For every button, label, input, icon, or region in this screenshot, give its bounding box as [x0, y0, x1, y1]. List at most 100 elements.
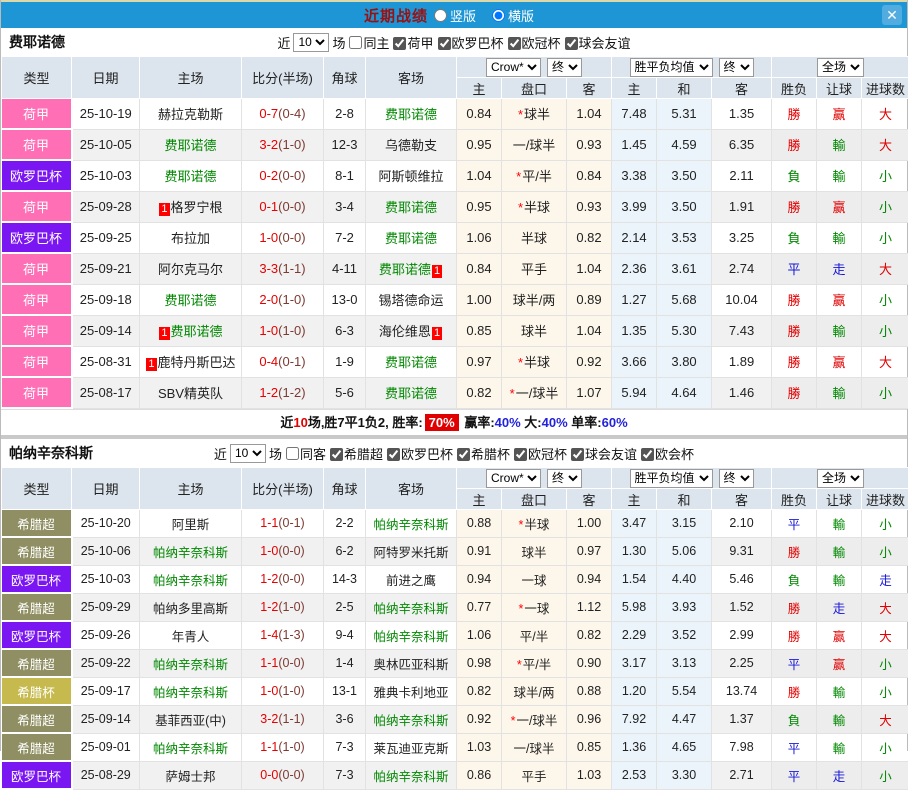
away-team[interactable]: 海伦维恩1	[366, 315, 457, 346]
league-filter-checkbox[interactable]	[387, 448, 400, 461]
fullmatch-select[interactable]: 全场	[817, 58, 864, 77]
away-team[interactable]: 帕纳辛奈科斯	[366, 621, 457, 649]
home-team[interactable]: 1鹿特丹斯巴达	[140, 346, 242, 377]
away-team[interactable]: 帕纳辛奈科斯	[366, 761, 457, 789]
league-filter-item[interactable]: 希腊超	[326, 447, 383, 462]
summary-part: 40%	[542, 415, 568, 430]
home-team[interactable]: 基菲西亚(中)	[140, 705, 242, 733]
league-filter-checkbox[interactable]	[641, 448, 654, 461]
league-filter-item[interactable]: 球会友谊	[567, 447, 637, 462]
match-count-select[interactable]: 10	[230, 444, 266, 463]
league-filter-item[interactable]: 欧冠杯	[510, 447, 567, 462]
away-team[interactable]: 雅典卡利地亚	[366, 677, 457, 705]
home-team[interactable]: 帕纳辛奈科斯	[140, 537, 242, 565]
avg-odds-select[interactable]: 胜平负均值	[630, 469, 713, 488]
away-odds: 1.04	[567, 99, 612, 130]
away-team[interactable]: 费耶诺德	[366, 191, 457, 222]
avg-away-odds: 13.74	[712, 677, 772, 705]
home-team[interactable]: 帕纳辛奈科斯	[140, 649, 242, 677]
match-date: 25-10-03	[72, 160, 140, 191]
handicap-text: 一/球半	[516, 386, 559, 401]
away-team[interactable]: 费耶诺德	[366, 346, 457, 377]
league-filter-checkbox[interactable]	[457, 448, 470, 461]
close-button[interactable]: ✕	[882, 5, 902, 25]
league-filter-item[interactable]: 欧罗巴杯	[383, 447, 453, 462]
col-odds-home: 主	[457, 78, 502, 99]
col-type: 类型	[2, 57, 72, 99]
fullmatch-select[interactable]: 全场	[817, 469, 864, 488]
away-team[interactable]: 阿斯顿维拉	[366, 160, 457, 191]
away-team[interactable]: 前进之鹰	[366, 565, 457, 593]
away-team[interactable]: 锡塔德命运	[366, 284, 457, 315]
league-filter-item[interactable]: 希腊杯	[453, 447, 510, 462]
avg-away-odds: 2.25	[712, 649, 772, 677]
league-filter-item[interactable]: 欧冠杯	[504, 36, 561, 51]
final-avg-select[interactable]: 终	[719, 58, 754, 77]
home-team[interactable]: 帕纳辛奈科斯	[140, 733, 242, 761]
avg-draw-odds: 4.64	[657, 377, 712, 408]
same-venue-checkbox[interactable]	[349, 36, 362, 49]
league-filter-checkbox[interactable]	[565, 37, 578, 50]
away-team[interactable]: 阿特罗米托斯	[366, 537, 457, 565]
result-goals: 小	[862, 537, 908, 565]
league-filter-item[interactable]: 欧会杯	[637, 447, 694, 462]
home-team[interactable]: 费耶诺德	[140, 284, 242, 315]
home-team[interactable]: 阿里斯	[140, 510, 242, 538]
league-filter-checkbox[interactable]	[514, 448, 527, 461]
away-team[interactable]: 费耶诺德1	[366, 253, 457, 284]
same-venue-checkbox[interactable]	[286, 447, 299, 460]
vertical-layout-radio[interactable]	[434, 9, 447, 22]
away-team[interactable]: 奥林匹亚科斯	[366, 649, 457, 677]
result-handicap: 輸	[817, 733, 862, 761]
league-filter-checkbox[interactable]	[508, 37, 521, 50]
odds-source-select[interactable]: Crow*	[486, 58, 541, 77]
league-filter-item[interactable]: 球会友谊	[561, 36, 631, 51]
home-team[interactable]: 年青人	[140, 621, 242, 649]
away-team[interactable]: 莱瓦迪亚克斯	[366, 733, 457, 761]
corner-count: 3-4	[324, 191, 366, 222]
league-filter-checkbox[interactable]	[393, 37, 406, 50]
home-team[interactable]: SBV精英队	[140, 377, 242, 408]
changed-line-star: *	[517, 658, 522, 672]
home-team[interactable]: 帕纳辛奈科斯	[140, 677, 242, 705]
away-team[interactable]: 乌德勒支	[366, 129, 457, 160]
home-team[interactable]: 费耶诺德	[140, 160, 242, 191]
final-odds-select[interactable]: 终	[547, 469, 582, 488]
home-team[interactable]: 费耶诺德	[140, 129, 242, 160]
final-avg-select[interactable]: 终	[719, 469, 754, 488]
away-team[interactable]: 费耶诺德	[366, 222, 457, 253]
match-count-select[interactable]: 10	[293, 33, 329, 52]
home-team[interactable]: 1费耶诺德	[140, 315, 242, 346]
fulltime-score: 1-1	[260, 516, 278, 530]
home-team[interactable]: 布拉加	[140, 222, 242, 253]
league-filter-checkbox[interactable]	[438, 37, 451, 50]
horizontal-layout-label[interactable]: 横版	[508, 6, 534, 25]
home-team-name: 帕纳辛奈科斯	[153, 686, 228, 700]
result-handicap: 赢	[817, 346, 862, 377]
match-score: 1-1(0-0)	[242, 649, 324, 677]
league-filter-checkbox[interactable]	[330, 448, 343, 461]
avg-odds-select[interactable]: 胜平负均值	[630, 58, 713, 77]
home-team[interactable]: 帕纳多里高斯	[140, 593, 242, 621]
home-team[interactable]: 1格罗宁根	[140, 191, 242, 222]
home-team[interactable]: 帕纳辛奈科斯	[140, 565, 242, 593]
league-filter-item[interactable]: 荷甲	[389, 36, 433, 51]
fulltime-score: 1-1	[260, 656, 278, 670]
home-team[interactable]: 萨姆士邦	[140, 761, 242, 789]
league-filter-item[interactable]: 欧罗巴杯	[434, 36, 504, 51]
away-team[interactable]: 费耶诺德	[366, 377, 457, 408]
away-team[interactable]: 费耶诺德	[366, 99, 457, 130]
horizontal-layout-radio[interactable]	[492, 9, 505, 22]
away-team[interactable]: 帕纳辛奈科斯	[366, 510, 457, 538]
home-team[interactable]: 赫拉克勒斯	[140, 99, 242, 130]
result-handicap: 輸	[817, 222, 862, 253]
league-filter-checkbox[interactable]	[571, 448, 584, 461]
odds-source-select[interactable]: Crow*	[486, 469, 541, 488]
corner-count: 6-3	[324, 315, 366, 346]
away-team[interactable]: 帕纳辛奈科斯	[366, 593, 457, 621]
vertical-layout-label[interactable]: 竖版	[450, 6, 476, 25]
col-goals: 进球数	[862, 489, 908, 510]
away-team[interactable]: 帕纳辛奈科斯	[366, 705, 457, 733]
home-team[interactable]: 阿尔克马尔	[140, 253, 242, 284]
final-odds-select[interactable]: 终	[547, 58, 582, 77]
